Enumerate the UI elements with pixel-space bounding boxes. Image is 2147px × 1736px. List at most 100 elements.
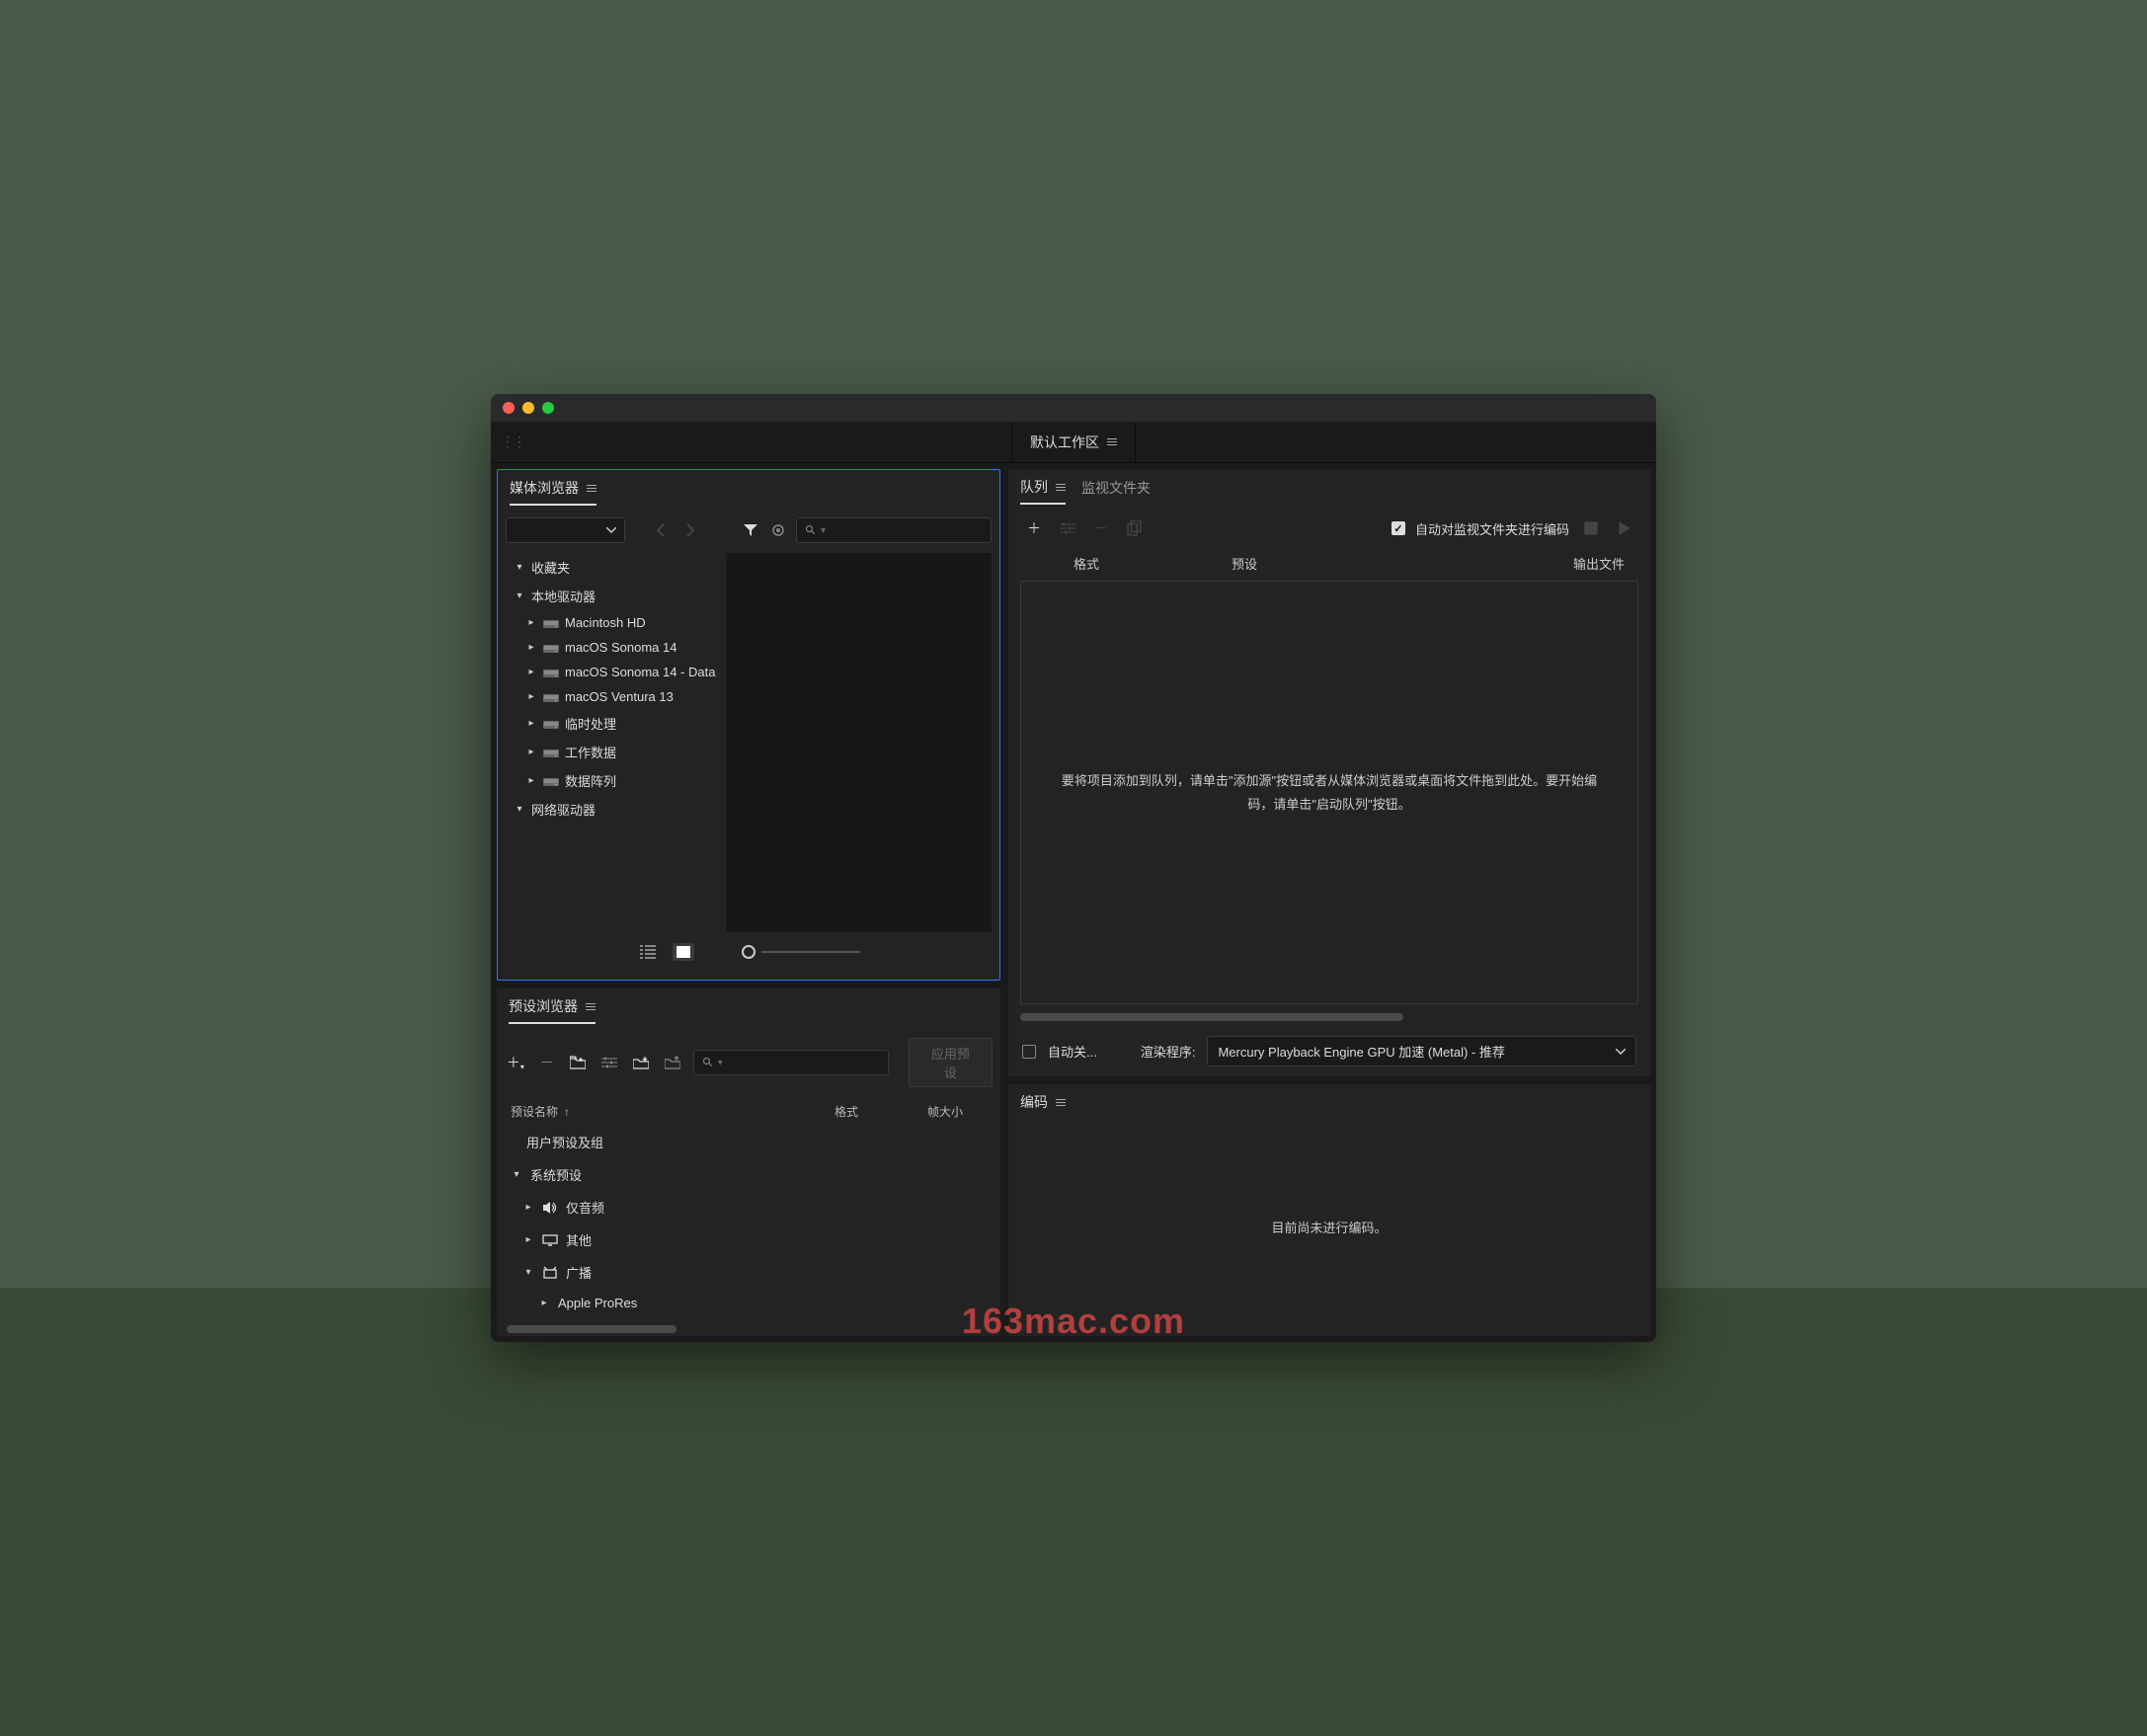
export-preset-button[interactable] [662, 1051, 683, 1074]
hamburger-icon[interactable] [587, 485, 596, 492]
close-window-button[interactable] [503, 402, 515, 414]
col-output[interactable]: 输出文件 [1467, 554, 1625, 573]
preset-settings-button[interactable] [598, 1051, 620, 1074]
search-box[interactable]: ▾ [796, 517, 992, 543]
speaker-icon [542, 1201, 558, 1215]
preset-tree[interactable]: 用户预设及组 ▾ 系统预设 ▸ 仅音频 ▸ [501, 1126, 996, 1324]
new-group-button[interactable] [568, 1051, 590, 1074]
preset-audio-only[interactable]: ▸ 仅音频 [501, 1191, 996, 1223]
hamburger-icon[interactable] [1056, 1099, 1066, 1106]
tab-watch-folders[interactable]: 监视文件夹 [1081, 478, 1151, 504]
chevron-right-icon: ▸ [525, 747, 537, 757]
queue-settings-button[interactable] [1056, 516, 1079, 540]
chevron-right-icon: ▸ [525, 667, 537, 677]
preset-search-input[interactable] [727, 1056, 880, 1069]
tree-favorites[interactable]: ▾ 收藏夹 [506, 553, 726, 582]
stop-queue-button[interactable] [1579, 516, 1603, 540]
drive-label: macOS Ventura 13 [565, 689, 674, 704]
chevron-right-icon: ▸ [522, 1202, 534, 1213]
auto-close-checkbox[interactable] [1022, 1045, 1036, 1059]
window-controls [503, 402, 554, 414]
nav-back-button[interactable] [651, 518, 671, 542]
chevron-down-icon: ▾ [514, 804, 525, 815]
ingest-button[interactable] [768, 518, 788, 542]
list-view-button[interactable] [637, 943, 659, 961]
tab-preset-browser[interactable]: 预设浏览器 [509, 996, 596, 1024]
folder-tree[interactable]: ▾ 收藏夹 ▾ 本地驱动器 ▸Macintosh HD▸macOS Sonoma… [506, 553, 727, 932]
col-preset-name[interactable]: 预设名称 [511, 1103, 558, 1120]
auto-encode-checkbox[interactable] [1392, 521, 1405, 535]
apply-preset-button[interactable]: 应用预设 [909, 1038, 993, 1087]
tree-area: ▾ 收藏夹 ▾ 本地驱动器 ▸Macintosh HD▸macOS Sonoma… [506, 553, 992, 932]
slider-knob[interactable] [742, 945, 755, 959]
tab-label: 队列 [1020, 477, 1048, 497]
tree-network-drives[interactable]: ▾ 网络驱动器 [506, 795, 726, 824]
hamburger-icon [1107, 438, 1117, 445]
tree-drive-item[interactable]: ▸临时处理 [506, 709, 726, 738]
queue-drop-area[interactable]: 要将项目添加到队列，请单击"添加源"按钮或者从媒体浏览器或桌面将文件拖到此处。要… [1020, 581, 1638, 1004]
add-preset-button[interactable]: ＋▾ [505, 1051, 526, 1074]
drive-icon [543, 667, 559, 678]
zoom-slider[interactable] [742, 945, 860, 959]
tree-drive-item[interactable]: ▸macOS Ventura 13 [506, 684, 726, 709]
render-row: 自动关... 渲染程序: Mercury Playback Engine GPU… [1014, 1026, 1644, 1070]
preset-label: 其他 [566, 1230, 592, 1249]
chevron-right-icon: ▸ [525, 718, 537, 729]
tree-label: 网络驱动器 [531, 800, 596, 819]
tree-drive-item[interactable]: ▸Macintosh HD [506, 610, 726, 635]
renderer-value: Mercury Playback Engine GPU 加速 (Metal) -… [1218, 1042, 1504, 1061]
tree-label: 本地驱动器 [531, 587, 596, 605]
add-source-button[interactable]: ＋ [1022, 516, 1046, 540]
workspace-label: 默认工作区 [1030, 433, 1099, 452]
filter-button[interactable] [740, 518, 759, 542]
search-input[interactable] [830, 523, 983, 537]
tree-local-drives[interactable]: ▾ 本地驱动器 [506, 582, 726, 610]
col-format[interactable]: 格式 [1074, 554, 1222, 573]
col-format[interactable]: 格式 [835, 1103, 923, 1120]
col-frame-size[interactable]: 帧大小 [927, 1103, 987, 1120]
panel-tabs: 媒体浏览器 [498, 470, 999, 506]
workspace-tab[interactable]: 默认工作区 [1011, 423, 1136, 462]
renderer-select[interactable]: Mercury Playback Engine GPU 加速 (Metal) -… [1207, 1036, 1636, 1066]
tree-drive-item[interactable]: ▸macOS Sonoma 14 [506, 635, 726, 660]
import-preset-button[interactable] [630, 1051, 652, 1074]
preset-system-group[interactable]: ▾ 系统预设 [501, 1158, 996, 1191]
monitor-icon [542, 1234, 558, 1246]
hamburger-icon[interactable] [586, 1003, 596, 1010]
titlebar [491, 394, 1656, 422]
remove-preset-button[interactable]: － [536, 1051, 558, 1074]
remove-source-button[interactable]: － [1089, 516, 1113, 540]
nav-forward-button[interactable] [679, 518, 699, 542]
drive-icon [543, 718, 559, 730]
tree-drive-item[interactable]: ▸工作数据 [506, 738, 726, 766]
chevron-down-icon: ▾ [718, 1058, 723, 1068]
preset-apple-prores[interactable]: ▸ Apple ProRes [501, 1289, 996, 1317]
grip-icon: ⋮⋮ [501, 434, 524, 450]
tab-media-browser[interactable]: 媒体浏览器 [510, 478, 596, 506]
media-browser-panel: 媒体浏览器 [497, 469, 1000, 981]
tree-drive-item[interactable]: ▸数据阵列 [506, 766, 726, 795]
preset-user-group[interactable]: 用户预设及组 [501, 1126, 996, 1158]
hamburger-icon[interactable] [1056, 484, 1066, 491]
tab-label: 媒体浏览器 [510, 478, 579, 498]
duplicate-button[interactable] [1123, 516, 1147, 540]
col-preset[interactable]: 预设 [1222, 554, 1467, 573]
tab-queue[interactable]: 队列 [1020, 477, 1066, 505]
chevron-down-icon: ▾ [522, 1267, 534, 1278]
h-scrollbar[interactable] [507, 1324, 991, 1334]
queue-empty-message: 要将项目添加到队列，请单击"添加源"按钮或者从媒体浏览器或桌面将文件拖到此处。要… [1021, 769, 1637, 816]
minimize-window-button[interactable] [522, 402, 534, 414]
maximize-window-button[interactable] [542, 402, 554, 414]
drive-icon [543, 691, 559, 703]
preset-search-box[interactable]: ▾ [693, 1050, 889, 1075]
preset-broadcast[interactable]: ▾ 广播 [501, 1256, 996, 1289]
panel-tabs: 预设浏览器 [497, 988, 1000, 1024]
tree-drive-item[interactable]: ▸macOS Sonoma 14 - Data [506, 660, 726, 684]
tab-encoding[interactable]: 编码 [1020, 1092, 1066, 1118]
start-queue-button[interactable] [1613, 516, 1636, 540]
preset-other[interactable]: ▸ 其他 [501, 1223, 996, 1256]
thumbnail-view-button[interactable] [673, 943, 694, 961]
view-bar [506, 932, 992, 972]
h-scrollbar[interactable] [1020, 1010, 1638, 1024]
path-dropdown[interactable] [506, 517, 625, 543]
